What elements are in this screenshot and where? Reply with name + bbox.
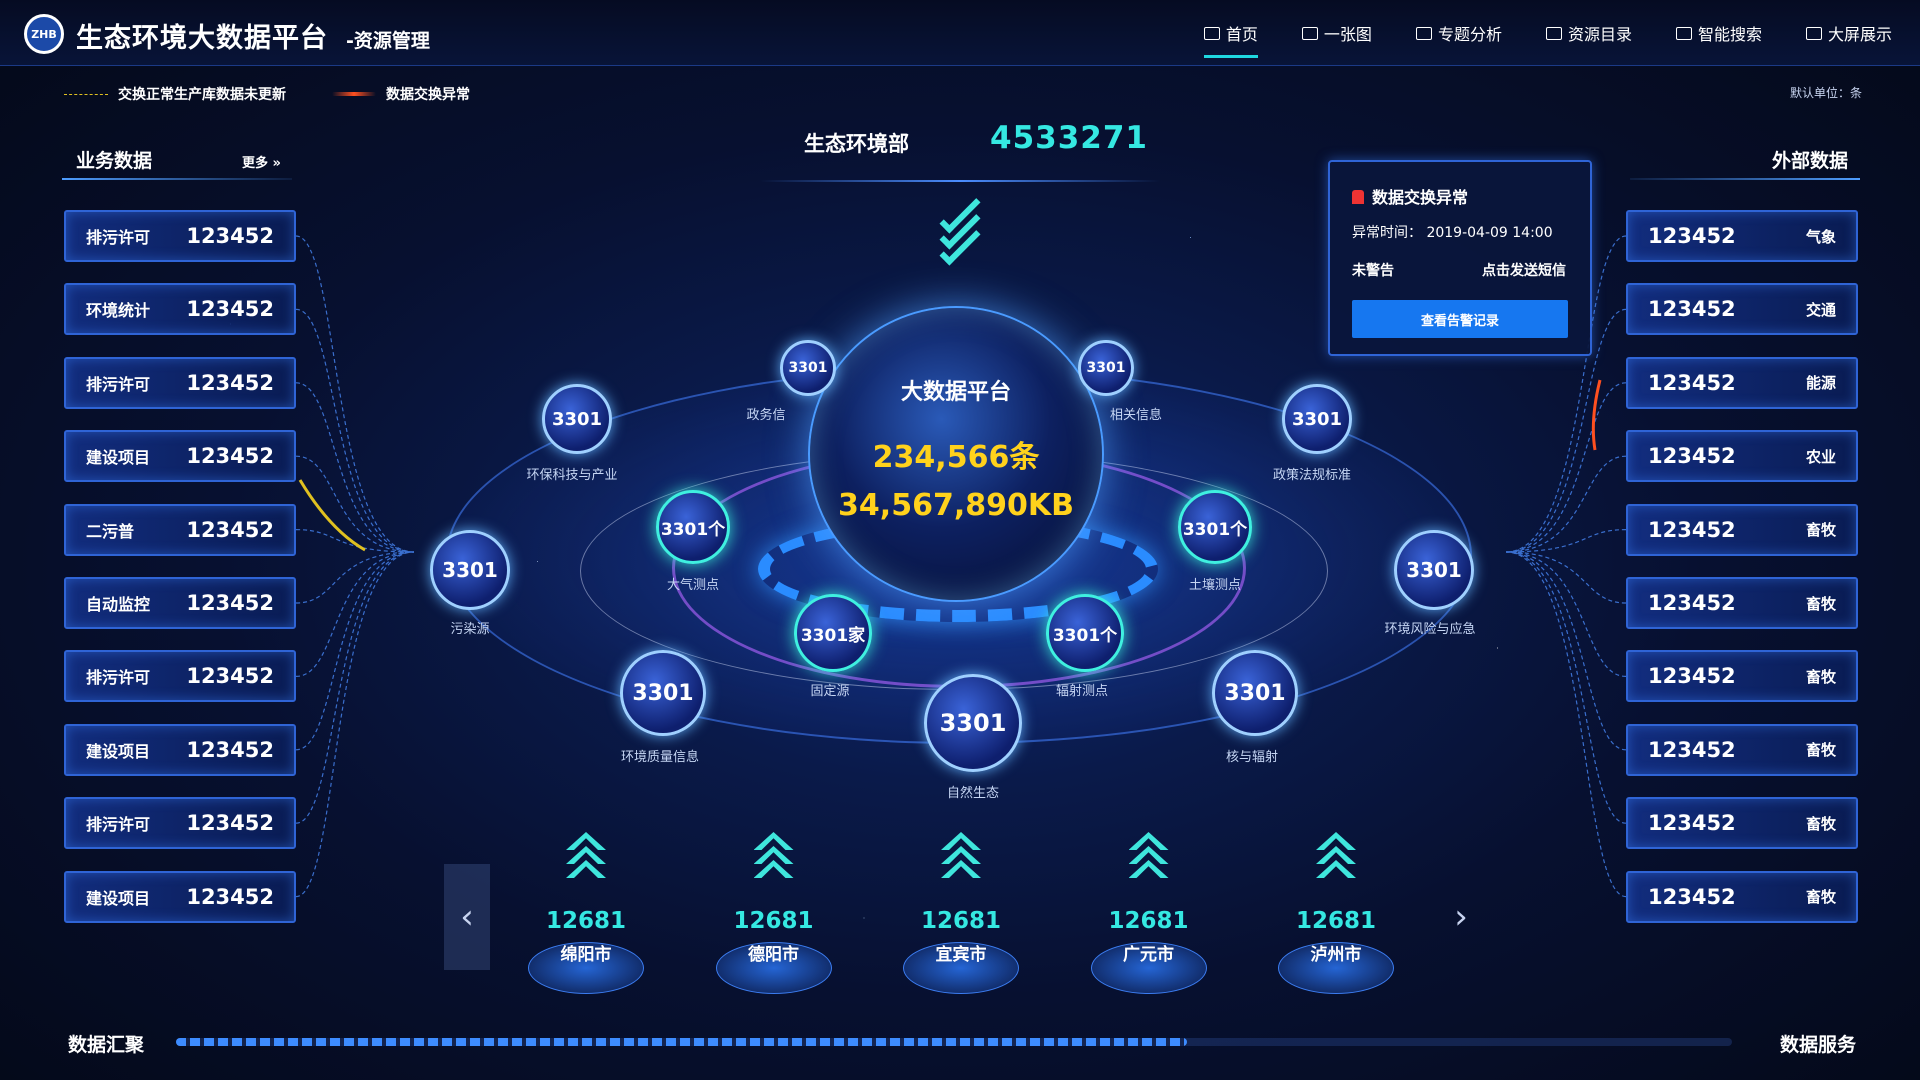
node-env-quality[interactable]: 3301 [620, 650, 706, 736]
data-service-label: 数据服务 [1779, 1034, 1856, 1056]
right-connector [1505, 551, 1627, 898]
node-label: 政策法规标准 [1272, 468, 1351, 483]
node-radiation-points[interactable]: 3301个 [1046, 594, 1124, 672]
left-connector [295, 551, 415, 751]
node-related-info[interactable]: 3301 [1078, 340, 1134, 396]
send-sms-link[interactable]: 点击发送短信 [1482, 260, 1566, 280]
node-nuclear[interactable]: 3301 [1212, 650, 1298, 736]
node-air-points[interactable]: 3301个 [656, 490, 730, 564]
node-value: 3301 [632, 680, 694, 706]
top-source-underline [760, 180, 1160, 182]
view-alert-records-button[interactable]: 查看告警记录 [1352, 300, 1568, 338]
alert-status: 未警告 [1352, 263, 1394, 279]
center-size: 34,567,890KB [838, 488, 1074, 523]
node-value: 3301 [442, 558, 498, 582]
progress-bar [176, 1038, 1732, 1046]
node-label: 环境质量信息 [620, 750, 699, 765]
normal-flow-line [298, 479, 366, 552]
left-connector [295, 551, 415, 898]
node-fixed-source[interactable]: 3301家 [794, 594, 872, 672]
chevron-left-icon[interactable]: ‹ [444, 864, 490, 970]
city-item[interactable]: 12681 德阳市 [704, 826, 844, 996]
node-policy[interactable]: 3301 [1282, 384, 1352, 454]
node-label: 相关信息 [1109, 408, 1162, 423]
city-value: 12681 [545, 908, 627, 934]
node-value: 3301 [1086, 360, 1126, 376]
city-value: 12681 [1108, 908, 1189, 934]
alert-title: 数据交换异常 [1352, 184, 1468, 208]
city-name: 宜宾市 [935, 945, 987, 965]
node-value: 3301 [939, 709, 1007, 737]
node-pollution[interactable]: 3301 [430, 530, 510, 610]
node-label: 污染源 [450, 622, 490, 637]
left-connector [295, 551, 415, 604]
city-name: 绵阳市 [560, 945, 612, 965]
city-name: 德阳市 [748, 945, 799, 965]
alert-time-value: 2019-04-09 14:00 [1426, 225, 1553, 241]
right-connector [1505, 382, 1627, 553]
node-label: 环保科技与产业 [526, 468, 618, 483]
city-item[interactable]: 12681 泸州市 [1266, 826, 1406, 996]
right-connector [1505, 551, 1627, 751]
node-label: 政务信 [746, 408, 786, 423]
node-value: 3301个 [1052, 625, 1118, 646]
top-source-value: 4533271 [990, 120, 1148, 156]
node-label: 辐射测点 [1055, 684, 1108, 699]
city-item[interactable]: 12681 宜宾市 [891, 826, 1031, 996]
error-flow-line [1591, 379, 1602, 451]
left-connector [295, 382, 415, 553]
left-connector [295, 551, 415, 824]
center-count: 234,566条 [872, 440, 1040, 475]
chevron-right-icon[interactable]: › [1438, 864, 1484, 970]
node-nature-eco[interactable]: 3301 [924, 674, 1022, 772]
node-soil-points[interactable]: 3301个 [1178, 490, 1252, 564]
city-name: 泸州市 [1310, 945, 1362, 965]
node-label: 土壤测点 [1188, 578, 1241, 593]
top-source-name: 生态环境部 [804, 132, 909, 156]
left-connector [295, 529, 415, 553]
node-label: 核与辐射 [1225, 750, 1278, 765]
right-connector [1505, 551, 1627, 604]
node-value: 3301个 [1182, 519, 1248, 540]
city-item[interactable]: 12681 广元市 [1079, 826, 1219, 996]
node-value: 3301 [551, 408, 603, 430]
city-name: 广元市 [1123, 945, 1174, 965]
node-value: 3301 [788, 360, 828, 376]
node-value: 3301家 [800, 625, 866, 646]
left-connector [295, 551, 415, 677]
city-value: 12681 [920, 908, 1002, 934]
city-item[interactable]: 12681 绵阳市 [516, 826, 656, 996]
node-value: 3301 [1406, 558, 1462, 582]
alert-panel: 数据交换异常 异常时间： 2019-04-09 14:00 未警告 点击发送短信… [1328, 160, 1592, 356]
node-label: 自然生态 [946, 786, 999, 801]
alert-time-label: 异常时间： [1352, 225, 1422, 241]
alert-time: 异常时间： 2019-04-09 14:00 [1352, 222, 1553, 242]
center-title: 大数据平台 [900, 380, 1011, 405]
left-connector [295, 455, 415, 553]
node-value: 3301 [1224, 680, 1286, 706]
right-connector [1505, 551, 1627, 824]
node-env-risk[interactable]: 3301 [1394, 530, 1474, 610]
city-value: 12681 [733, 908, 814, 934]
left-connector [295, 308, 415, 553]
node-eco-tech[interactable]: 3301 [542, 384, 612, 454]
node-label: 大气测点 [666, 578, 719, 593]
node-gov-info[interactable]: 3301 [780, 340, 836, 396]
node-value: 3301个 [660, 519, 726, 540]
progress-fill [176, 1038, 1188, 1046]
city-value: 12681 [1295, 908, 1377, 934]
node-label: 环境风险与应急 [1384, 622, 1476, 637]
right-connector [1505, 551, 1627, 677]
node-label: 固定源 [810, 684, 850, 699]
data-aggregation-label: 数据汇聚 [68, 1034, 145, 1056]
node-value: 3301 [1291, 408, 1343, 430]
